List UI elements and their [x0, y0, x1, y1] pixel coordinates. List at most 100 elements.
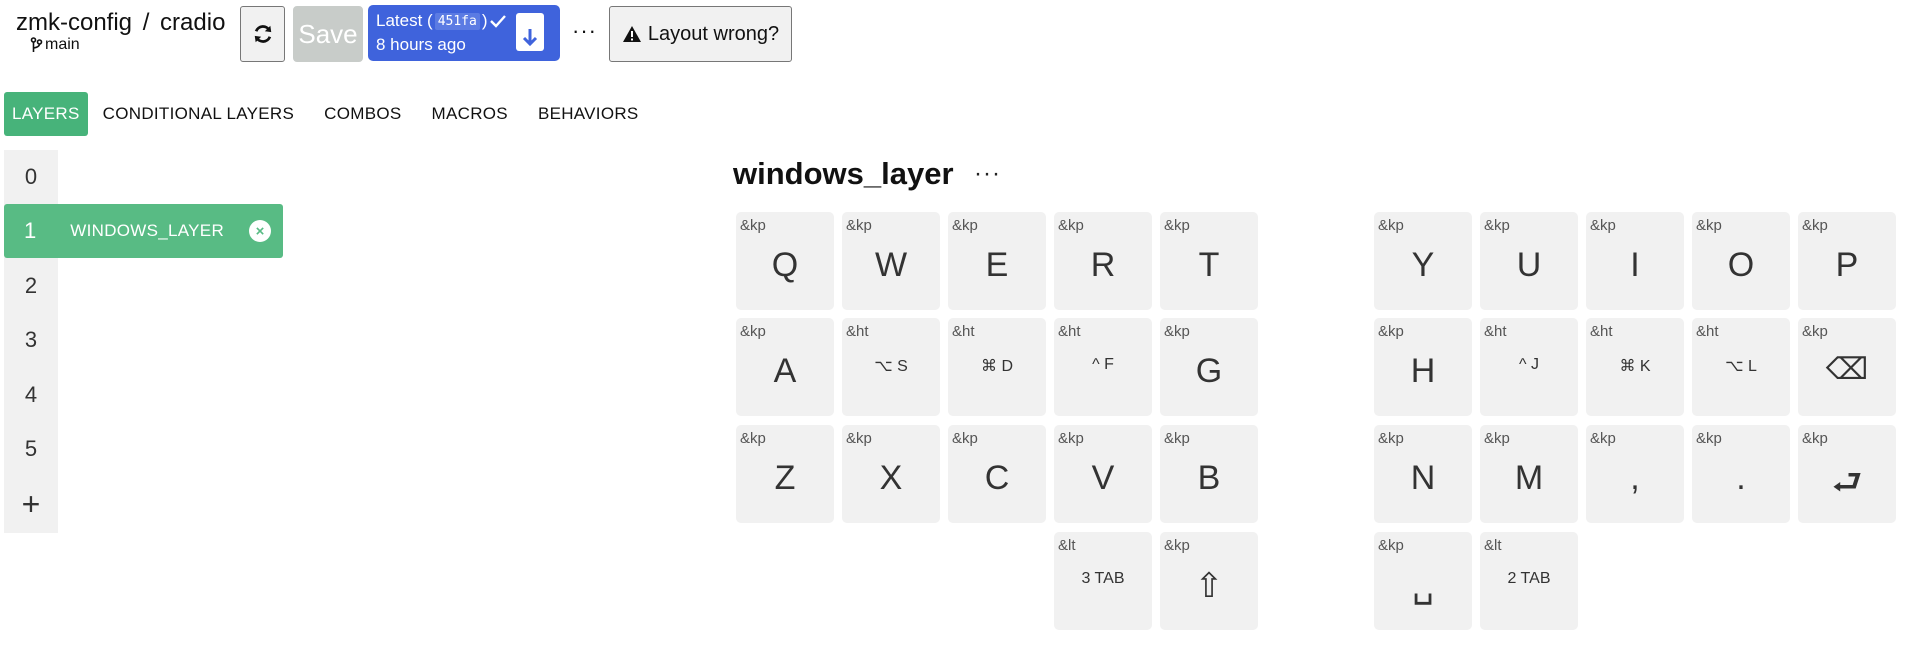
- keyboard-name: cradio: [160, 9, 226, 36]
- branch-indicator[interactable]: main: [30, 36, 80, 54]
- key-behavior: &ht: [1484, 323, 1507, 340]
- key-16[interactable]: &ht ^ J: [1480, 318, 1578, 416]
- key-23[interactable]: &kp V: [1054, 425, 1152, 523]
- layer-item-4[interactable]: 4: [4, 368, 58, 422]
- download-arrow-icon: [522, 29, 538, 47]
- key-legend: V: [1091, 459, 1115, 497]
- key-behavior: &kp: [1378, 217, 1404, 234]
- key-30[interactable]: &lt 3 TAB: [1054, 532, 1152, 630]
- key-21[interactable]: &kp X: [842, 425, 940, 523]
- layer-list: 0 1 WINDOWS_LAYER × 2 3 4 5 +: [4, 150, 283, 533]
- layer-name[interactable]: WINDOWS_LAYER: [70, 221, 224, 241]
- key-behavior: &ht: [1590, 323, 1613, 340]
- key-legend: X: [879, 459, 903, 497]
- key-behavior: &kp: [952, 217, 978, 234]
- key-behavior: &lt: [1484, 537, 1502, 554]
- key-legend: G: [1195, 352, 1223, 390]
- key-6[interactable]: &kp U: [1480, 212, 1578, 310]
- key-9[interactable]: &kp P: [1798, 212, 1896, 310]
- key-33[interactable]: &lt 2 TAB: [1480, 532, 1578, 630]
- key-legend: ⌘ K: [1619, 358, 1651, 375]
- key-legend: ⮐: [1831, 464, 1863, 502]
- key-22[interactable]: &kp C: [948, 425, 1046, 523]
- key-17[interactable]: &ht ⌘ K: [1586, 318, 1684, 416]
- key-behavior: &kp: [1164, 323, 1190, 340]
- key-19[interactable]: &kp ⌫: [1798, 318, 1896, 416]
- key-legend: O: [1727, 246, 1755, 284]
- key-11[interactable]: &ht ⌥ S: [842, 318, 940, 416]
- key-26[interactable]: &kp M: [1480, 425, 1578, 523]
- key-legend: H: [1410, 352, 1436, 390]
- key-1[interactable]: &kp W: [842, 212, 940, 310]
- key-behavior: &ht: [952, 323, 975, 340]
- tab-combos[interactable]: COMBOS: [309, 92, 416, 136]
- layout-wrong-button[interactable]: Layout wrong?: [609, 6, 792, 62]
- key-14[interactable]: &kp G: [1160, 318, 1258, 416]
- key-20[interactable]: &kp Z: [736, 425, 834, 523]
- key-legend: ^ F: [1092, 356, 1114, 373]
- key-0[interactable]: &kp Q: [736, 212, 834, 310]
- key-behavior: &kp: [1378, 430, 1404, 447]
- key-7[interactable]: &kp I: [1586, 212, 1684, 310]
- latest-label: Latest (: [376, 11, 433, 30]
- key-24[interactable]: &kp B: [1160, 425, 1258, 523]
- tab-macros[interactable]: MACROS: [417, 92, 523, 136]
- commit-sha: 451fa: [434, 12, 480, 30]
- repo-header: zmk-config / cradio: [16, 10, 225, 36]
- layout-wrong-label: Layout wrong?: [647, 22, 780, 45]
- key-5[interactable]: &kp Y: [1374, 212, 1472, 310]
- layer-title[interactable]: windows_layer: [733, 156, 954, 192]
- refresh-button[interactable]: [240, 6, 285, 62]
- key-legend: R: [1090, 246, 1116, 284]
- key-12[interactable]: &ht ⌘ D: [948, 318, 1046, 416]
- key-behavior: &ht: [1696, 323, 1719, 340]
- key-31[interactable]: &kp ⇧: [1160, 532, 1258, 630]
- key-behavior: &kp: [1484, 217, 1510, 234]
- add-layer-button[interactable]: +: [4, 477, 58, 531]
- key-10[interactable]: &kp A: [736, 318, 834, 416]
- key-behavior: &kp: [846, 430, 872, 447]
- layer-item-1[interactable]: 1 WINDOWS_LAYER ×: [4, 204, 283, 258]
- layer-item-2[interactable]: 2: [4, 259, 58, 313]
- key-13[interactable]: &ht ^ F: [1054, 318, 1152, 416]
- key-2[interactable]: &kp E: [948, 212, 1046, 310]
- key-8[interactable]: &kp O: [1692, 212, 1790, 310]
- check-icon: [489, 15, 506, 28]
- key-27[interactable]: &kp,: [1586, 425, 1684, 523]
- save-button[interactable]: Save: [293, 6, 363, 62]
- key-behavior: &kp: [740, 430, 766, 447]
- tab-layers[interactable]: LAYERS: [4, 92, 88, 136]
- layer-index: 0: [24, 164, 38, 189]
- key-32[interactable]: &kp ␣: [1374, 532, 1472, 630]
- layer-options-button[interactable]: ···: [974, 160, 1001, 188]
- close-icon[interactable]: ×: [249, 220, 271, 242]
- git-branch-icon: [30, 37, 43, 52]
- repo-name[interactable]: zmk-config: [16, 9, 132, 36]
- key-behavior: &kp: [1164, 430, 1190, 447]
- key-behavior: &kp: [952, 430, 978, 447]
- key-3[interactable]: &kp R: [1054, 212, 1152, 310]
- tab-conditional-layers[interactable]: CONDITIONAL LAYERS: [88, 92, 310, 136]
- key-25[interactable]: &kp N: [1374, 425, 1472, 523]
- layer-item-3[interactable]: 3: [4, 313, 58, 367]
- key-legend: Z: [774, 459, 796, 497]
- more-options-button[interactable]: ···: [572, 18, 597, 44]
- download-file-icon[interactable]: [516, 13, 544, 51]
- layer-item-5[interactable]: 5: [4, 422, 58, 476]
- key-behavior: &kp: [1058, 217, 1084, 234]
- tab-behaviors[interactable]: BEHAVIORS: [523, 92, 654, 136]
- key-18[interactable]: &ht ⌥ L: [1692, 318, 1790, 416]
- key-behavior: &kp: [740, 323, 766, 340]
- key-legend: Y: [1411, 246, 1435, 284]
- latest-build-button[interactable]: Latest ( 451fa ) 8 hours ago: [368, 5, 560, 61]
- key-28[interactable]: &kp.: [1692, 425, 1790, 523]
- layer-item-0[interactable]: 0: [4, 150, 58, 204]
- key-29[interactable]: &kp ⮐: [1798, 425, 1896, 523]
- repo-separator: /: [142, 9, 150, 36]
- key-15[interactable]: &kp H: [1374, 318, 1472, 416]
- key-behavior: &kp: [1164, 217, 1190, 234]
- key-legend: ^ J: [1519, 356, 1539, 373]
- key-legend: ␣: [1412, 567, 1434, 605]
- key-behavior: &kp: [1058, 430, 1084, 447]
- key-4[interactable]: &kp T: [1160, 212, 1258, 310]
